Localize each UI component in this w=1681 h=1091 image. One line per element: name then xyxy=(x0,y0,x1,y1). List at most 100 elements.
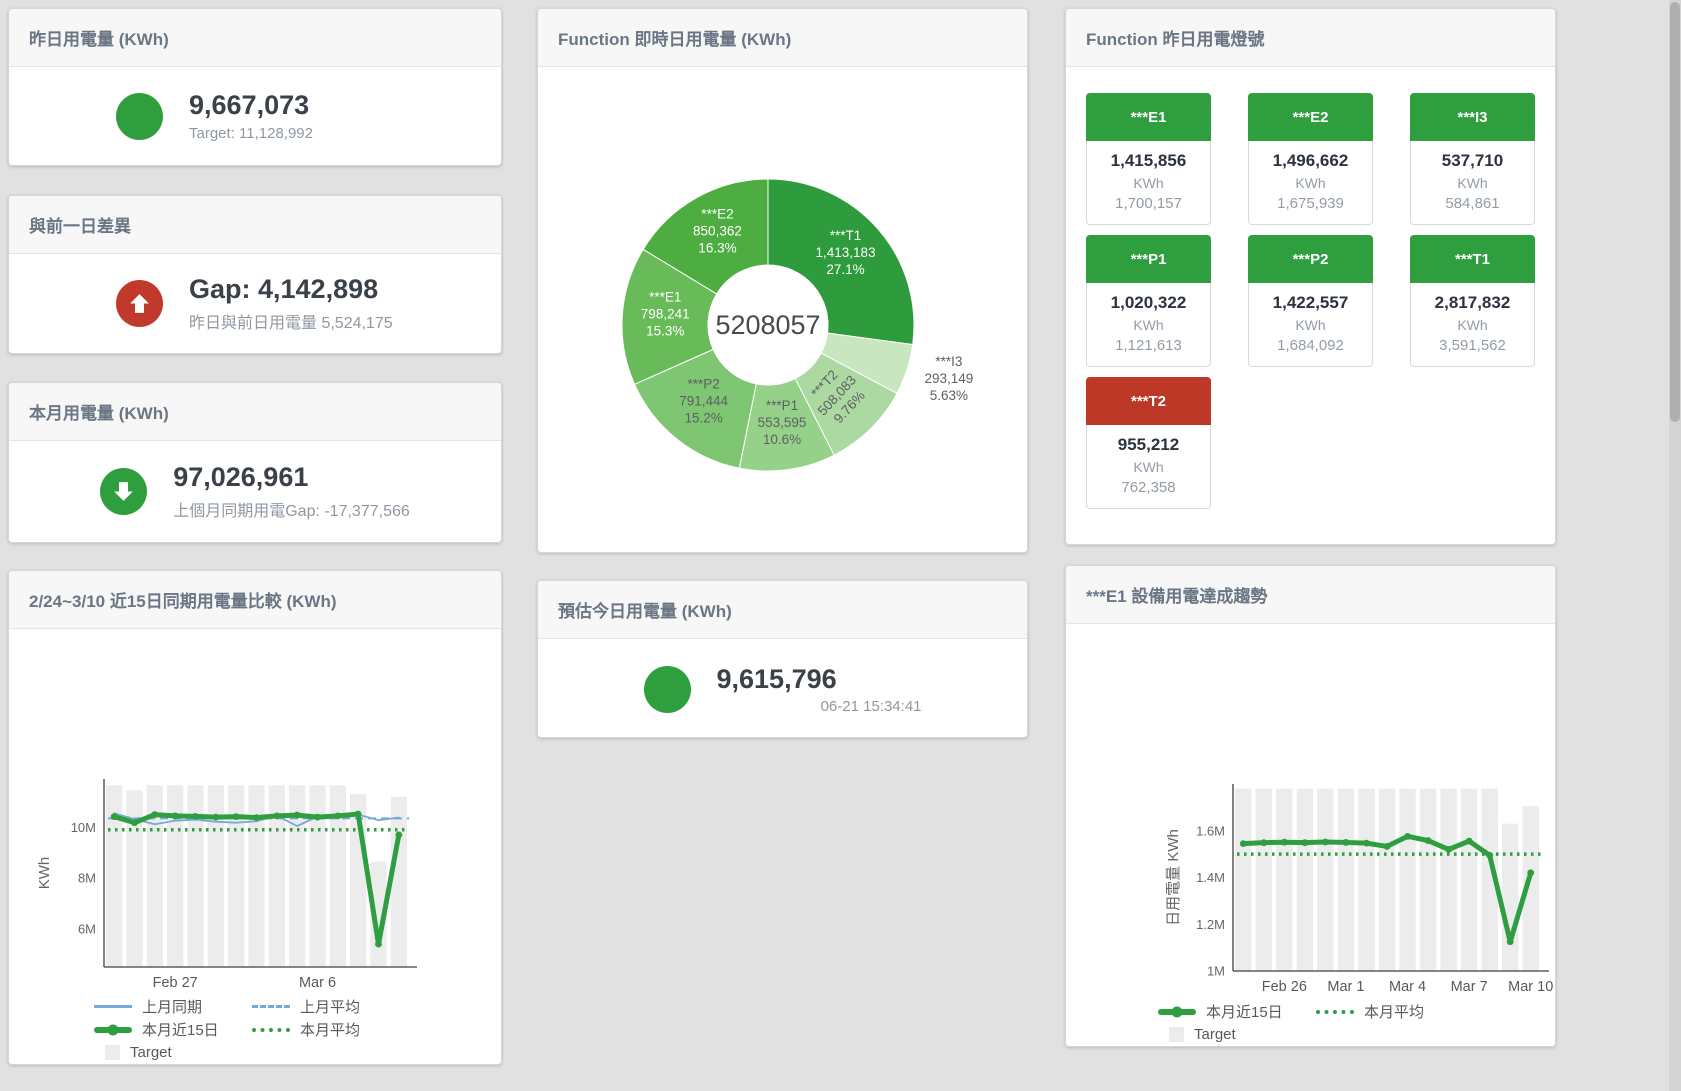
tile-body: 1,422,557KWh1,684,092 xyxy=(1248,283,1373,367)
target-bar xyxy=(1235,789,1251,971)
target-bar xyxy=(1317,789,1333,971)
panel-today-estimate: 預估今日用電量 (KWh) 9,615,796 06-21 15:34:41 xyxy=(537,580,1028,738)
tile-value: 955,212 xyxy=(1091,435,1206,455)
tile-status-header: ***I3 xyxy=(1410,93,1535,141)
panel-title: 本月用電量 (KWh) xyxy=(9,383,501,441)
panel-title: Function 即時日用電量 (KWh) xyxy=(538,9,1027,67)
y-tick-label: 10M xyxy=(71,820,96,835)
legend-item[interactable]: Target xyxy=(1158,1023,1316,1046)
panel-title: 與前一日差異 xyxy=(9,196,501,254)
target-bar xyxy=(309,785,325,967)
tile-unit: KWh xyxy=(1415,317,1530,333)
legend-item[interactable]: Target xyxy=(94,1041,252,1064)
legend-swatch-dotted xyxy=(252,1028,290,1032)
tile-target: 3,591,562 xyxy=(1415,337,1530,354)
target-bar xyxy=(1379,789,1395,971)
scrollbar-thumb[interactable] xyxy=(1670,2,1680,422)
tile-target: 584,861 xyxy=(1415,195,1530,212)
compare-chart-canvas[interactable]: 6M8M10MFeb 27Mar 6KWh xyxy=(9,629,502,991)
panel-compare-chart: 2/24~3/10 近15日同期用電量比較 (KWh) 6M8M10MFeb 2… xyxy=(8,570,502,1065)
panel-body: Gap: 4,142,898 昨日與前日用電量 5,524,175 xyxy=(9,254,501,353)
data-point xyxy=(1384,843,1391,850)
tile-value: 1,415,856 xyxy=(1091,151,1206,171)
data-point xyxy=(355,811,362,818)
legend-swatch-bar xyxy=(1169,1027,1184,1042)
panel-yesterday-usage: 昨日用電量 (KWh) 9,667,073 Target: 11,128,992 xyxy=(8,8,502,166)
stat-timestamp: 06-21 15:34:41 xyxy=(717,698,922,715)
tile-status-header: ***P1 xyxy=(1086,235,1211,283)
status-circle-icon xyxy=(644,666,691,713)
trend-chart-canvas[interactable]: 1M1.2M1.4M1.6MFeb 26Mar 1Mar 4Mar 7Mar 1… xyxy=(1066,624,1556,994)
data-point xyxy=(172,812,179,819)
data-point xyxy=(1445,846,1452,853)
legend-item[interactable]: 上月平均 xyxy=(252,995,410,1018)
panel-body: 6M8M10MFeb 27Mar 6KWh 上月同期上月平均本月近15日 本月平均… xyxy=(9,629,501,1064)
light-tile-T2: ***T2955,212KWh762,358 xyxy=(1086,377,1211,509)
tile-body: 955,212KWh762,358 xyxy=(1086,425,1211,509)
legend-item[interactable]: 本月近15日 xyxy=(1158,1000,1316,1023)
tile-status-header: ***T1 xyxy=(1410,235,1535,283)
panel-title: 昨日用電量 (KWh) xyxy=(9,9,501,67)
donut-center-total: 5208057 xyxy=(715,310,820,340)
data-point xyxy=(212,814,219,821)
tile-body: 2,817,832KWh3,591,562 xyxy=(1410,283,1535,367)
target-bar xyxy=(1420,789,1436,971)
legend-item[interactable]: 本月平均 xyxy=(252,1018,410,1041)
legend-item[interactable]: 本月平均 xyxy=(1316,1000,1474,1023)
panel-body: 1M1.2M1.4M1.6MFeb 26Mar 1Mar 4Mar 7Mar 1… xyxy=(1066,624,1555,1046)
legend-label: 本月近15日 xyxy=(1206,1001,1283,1022)
target-bar xyxy=(187,785,203,967)
legend-item[interactable]: 本月近15日 xyxy=(94,1018,252,1041)
tile-unit: KWh xyxy=(1091,175,1206,191)
legend-swatch-dotted xyxy=(1316,1010,1354,1014)
target-bar xyxy=(1399,789,1415,971)
legend-label: 本月平均 xyxy=(300,1019,360,1040)
data-point xyxy=(1260,839,1267,846)
panel-body: 9,615,796 06-21 15:34:41 xyxy=(538,639,1027,738)
target-bar xyxy=(1440,789,1456,971)
panel-trend-chart: ***E1 設備用電達成趨勢 1M1.2M1.4M1.6MFeb 26Mar 1… xyxy=(1065,565,1556,1047)
legend-swatch-bar xyxy=(105,1045,120,1060)
target-bar xyxy=(248,785,264,967)
x-tick-label: Mar 1 xyxy=(1327,979,1364,994)
data-point xyxy=(1507,938,1514,945)
light-tile-E1: ***E11,415,856KWh1,700,157 xyxy=(1086,93,1211,225)
legend-swatch-solid xyxy=(94,1005,132,1008)
target-bar xyxy=(1297,789,1313,971)
tile-unit: KWh xyxy=(1253,175,1368,191)
donut-chart-canvas[interactable]: ***T11,413,18327.1%***I3293,1495.63%***T… xyxy=(538,67,1028,552)
y-axis-label: KWh xyxy=(36,857,53,890)
tile-status-header: ***P2 xyxy=(1248,235,1373,283)
tile-unit: KWh xyxy=(1415,175,1530,191)
legend-swatch-dashed xyxy=(252,1005,290,1008)
legend-item[interactable]: 上月同期 xyxy=(94,995,252,1018)
panel-body: 9,667,073 Target: 11,128,992 xyxy=(9,67,501,165)
tile-body: 1,020,322KWh1,121,613 xyxy=(1086,283,1211,367)
data-point xyxy=(151,811,158,818)
up-arrow-icon xyxy=(116,280,163,327)
legend-label: 本月平均 xyxy=(1364,1001,1424,1022)
tile-unit: KWh xyxy=(1091,317,1206,333)
data-point xyxy=(1404,833,1411,840)
panel-lights: Function 昨日用電燈號 ***E11,415,856KWh1,700,1… xyxy=(1065,8,1556,545)
tile-value: 1,020,322 xyxy=(1091,293,1206,313)
y-tick-label: 1.2M xyxy=(1196,917,1225,932)
stat-subtext: 昨日與前日用電量 5,524,175 xyxy=(189,309,394,333)
trend-chart-legend: 本月近15日 本月平均 Target xyxy=(1158,1000,1488,1046)
data-point xyxy=(253,814,260,821)
legend-swatch-thick xyxy=(94,1027,132,1033)
scrollbar[interactable] xyxy=(1669,0,1681,1091)
data-point xyxy=(233,813,240,820)
stat-value: 9,667,073 xyxy=(189,90,394,121)
data-point xyxy=(1486,852,1493,859)
tile-target: 1,675,939 xyxy=(1253,195,1368,212)
target-bar xyxy=(1276,789,1292,971)
data-point xyxy=(1240,840,1247,847)
tile-target: 1,684,092 xyxy=(1253,337,1368,354)
y-tick-label: 1.4M xyxy=(1196,870,1225,885)
panel-body: 97,026,961 上個月同期用電Gap: -17,377,566 xyxy=(9,441,501,542)
tile-status-header: ***E1 xyxy=(1086,93,1211,141)
y-axis-label: 日用電量 KWh xyxy=(1165,829,1182,926)
tile-status-header: ***E2 xyxy=(1248,93,1373,141)
data-point xyxy=(1425,837,1432,844)
